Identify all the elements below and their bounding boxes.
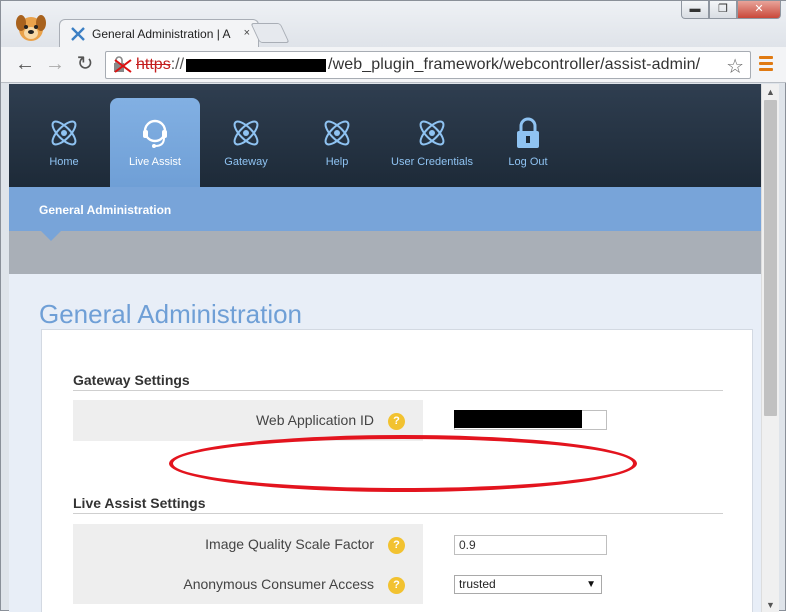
anon-access-select[interactable]: trusted ▼: [454, 575, 602, 594]
nav-label-home: Home: [49, 156, 79, 168]
section-divider: [73, 513, 723, 514]
x-logo-icon: [71, 26, 85, 41]
page-title: General Administration: [39, 299, 303, 329]
vertical-scrollbar[interactable]: ▲ ▼: [761, 84, 779, 612]
minimize-button[interactable]: ▬: [681, 1, 709, 19]
maximize-button[interactable]: ❐: [709, 1, 737, 19]
dog-face-icon: [16, 15, 46, 41]
insecure-lock-icon: [114, 56, 132, 73]
atom-icon: [51, 120, 77, 146]
nav-item-live-assist[interactable]: Live Assist: [110, 98, 200, 187]
url-scheme: https: [136, 56, 171, 73]
nav-item-user-credentials[interactable]: User Credentials: [391, 98, 473, 187]
image-quality-input[interactable]: 0.9: [454, 535, 607, 555]
subnav-general-administration[interactable]: General Administration: [39, 203, 171, 217]
browser-tab[interactable]: General Administration | A ×: [59, 19, 259, 47]
nav-item-log-out[interactable]: Log Out: [503, 98, 553, 187]
grey-band: [9, 231, 761, 274]
nav-label-help: Help: [325, 156, 349, 168]
reload-button[interactable]: ↻: [73, 53, 97, 77]
redacted-web-app-id: [454, 410, 582, 428]
address-bar[interactable]: https :// /web_plugin_framework/webcontr…: [105, 51, 751, 79]
sub-nav: General Administration: [9, 187, 761, 231]
scrollbar-thumb[interactable]: [764, 100, 777, 416]
atom-icon: [419, 120, 445, 146]
lock-icon: [517, 117, 539, 148]
gateway-settings-heading: Gateway Settings: [73, 372, 190, 388]
help-icon[interactable]: ?: [388, 413, 405, 430]
window-controls: ▬ ❐ ✕: [681, 1, 781, 19]
dropdown-arrow-icon: ▼: [586, 579, 596, 590]
anon-access-label: Anonymous Consumer Access: [183, 576, 374, 592]
nav-label-live-assist: Live Assist: [129, 156, 181, 168]
url-separator: ://: [170, 56, 185, 73]
forward-button[interactable]: →: [43, 53, 67, 77]
page-viewport: Home Live Assist Gateway Help User Crede…: [9, 84, 761, 612]
browser-toolbar: ← → ↻ https :// /web_plugin_framework/we…: [1, 47, 786, 83]
hamburger-menu-icon[interactable]: [759, 56, 773, 72]
section-divider: [73, 390, 723, 391]
tab-close-icon[interactable]: ×: [244, 27, 250, 39]
nav-item-home[interactable]: Home: [39, 98, 89, 187]
anon-access-value: trusted: [459, 577, 496, 591]
subnav-pointer: [41, 231, 61, 241]
live-assist-settings-heading: Live Assist Settings: [73, 495, 206, 511]
help-icon[interactable]: ?: [388, 537, 405, 554]
help-icon[interactable]: ?: [388, 577, 405, 594]
tab-title: General Administration | A: [92, 26, 231, 41]
atom-icon: [233, 120, 259, 146]
nav-item-help[interactable]: Help: [312, 98, 362, 187]
scroll-down-icon[interactable]: ▼: [766, 600, 775, 610]
headset-icon: [143, 119, 167, 148]
atom-icon: [324, 120, 350, 146]
main-nav: Home Live Assist Gateway Help User Crede…: [9, 84, 761, 187]
image-quality-label: Image Quality Scale Factor: [205, 536, 374, 552]
redacted-host: [186, 58, 327, 72]
bookmark-star-icon[interactable]: ☆: [726, 54, 744, 79]
close-button[interactable]: ✕: [737, 1, 781, 19]
url-path: /web_plugin_framework/webcontroller/assi…: [328, 56, 701, 73]
nav-label-user-credentials: User Credentials: [391, 156, 473, 168]
nav-item-gateway[interactable]: Gateway: [221, 98, 271, 187]
web-app-id-label: Web Application ID: [255, 412, 374, 428]
annotation-ellipse: [169, 435, 637, 492]
title-bar: General Administration | A × ▬ ❐ ✕: [1, 1, 786, 47]
back-button[interactable]: ←: [13, 53, 37, 77]
nav-label-log-out: Log Out: [508, 156, 548, 168]
browser-window: General Administration | A × ▬ ❐ ✕ ← → ↻…: [0, 0, 786, 612]
nav-label-gateway: Gateway: [224, 156, 268, 168]
scroll-up-icon[interactable]: ▲: [766, 87, 775, 97]
